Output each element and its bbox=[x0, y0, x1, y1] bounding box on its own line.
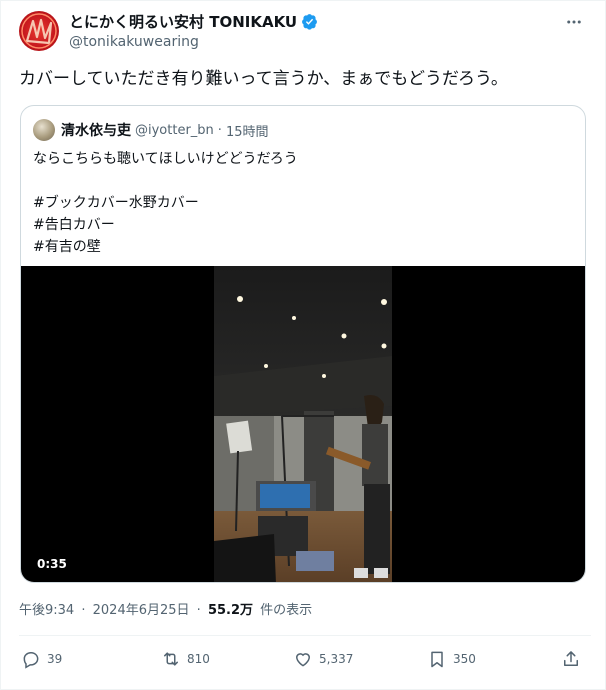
author-names: とにかく明るい安村 TONIKAKU @tonikakuwearing bbox=[69, 11, 318, 52]
more-options-icon[interactable] bbox=[565, 13, 583, 31]
quoted-author-avatar[interactable] bbox=[33, 119, 55, 141]
author-handle[interactable]: @tonikakuwearing bbox=[69, 34, 318, 52]
views-count[interactable]: 55.2万 bbox=[208, 603, 253, 618]
avatar-art-icon bbox=[21, 13, 57, 49]
retweet-icon bbox=[164, 652, 178, 666]
heart-icon bbox=[295, 653, 311, 667]
tweet-header: とにかく明るい安村 TONIKAKU @tonikakuwearing bbox=[19, 11, 591, 55]
video-frame bbox=[214, 266, 392, 582]
meta-separator-2: · bbox=[196, 603, 201, 618]
reply-icon bbox=[23, 652, 39, 669]
bookmark-count: 350 bbox=[453, 652, 476, 666]
tweet-meta: 午後9:34 · 2024年6月25日 · 55.2万 件の表示 bbox=[19, 599, 312, 618]
tweet-text: カバーしていただき有り難いって言うか、まぁでもどうだろう。 bbox=[19, 69, 508, 89]
video-player[interactable]: 0:35 bbox=[21, 266, 585, 582]
meta-separator-1: · bbox=[81, 603, 86, 618]
reply-count: 39 bbox=[47, 652, 63, 666]
bookmark-icon bbox=[431, 651, 443, 668]
author-avatar[interactable] bbox=[19, 11, 59, 51]
quoted-tweet[interactable]: 清水依与吏 @iyotter_bn · 15時間 ならこちらも聴いてほしいけどど… bbox=[20, 105, 586, 583]
quoted-author-display-name[interactable]: 清水依与吏 bbox=[61, 120, 131, 140]
bookmark-button[interactable]: 350 bbox=[427, 649, 476, 669]
quoted-author-handle[interactable]: @iyotter_bn bbox=[135, 123, 214, 138]
retweet-button[interactable]: 810 bbox=[161, 649, 210, 669]
author-display-name[interactable]: とにかく明るい安村 TONIKAKU bbox=[69, 11, 297, 32]
quoted-meta-separator: · bbox=[217, 122, 222, 138]
author-display-name-row[interactable]: とにかく明るい安村 TONIKAKU bbox=[69, 11, 318, 31]
like-count: 5,337 bbox=[319, 652, 354, 666]
tweet-card: とにかく明るい安村 TONIKAKU @tonikakuwearing カバーし… bbox=[0, 0, 606, 690]
quoted-tweet-header: 清水依与吏 @iyotter_bn · 15時間 bbox=[33, 118, 268, 142]
quoted-tweet-text: ならこちらも聴いてほしいけどどうだろう #ブックカバー水野カバー #告白カバー … bbox=[33, 151, 298, 255]
share-button[interactable] bbox=[561, 649, 587, 669]
action-bar: 39 810 5,337 350 bbox=[21, 649, 591, 675]
tweet-time[interactable]: 午後9:34 bbox=[19, 603, 74, 618]
reply-button[interactable]: 39 bbox=[21, 649, 62, 669]
views-label: 件の表示 bbox=[260, 603, 313, 618]
tweet-date[interactable]: 2024年6月25日 bbox=[93, 603, 190, 618]
quoted-timestamp[interactable]: 15時間 bbox=[226, 121, 269, 140]
divider bbox=[19, 635, 591, 636]
share-icon bbox=[564, 651, 578, 666]
verified-badge-icon bbox=[302, 13, 318, 30]
like-button[interactable]: 5,337 bbox=[293, 649, 353, 669]
video-duration-badge: 0:35 bbox=[33, 556, 71, 572]
retweet-count: 810 bbox=[187, 652, 210, 666]
